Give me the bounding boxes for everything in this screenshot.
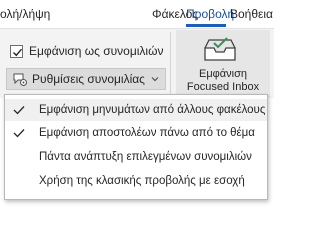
menu-item-use-classic-indented-view[interactable]: Χρήση της κλασικής προβολής με εσοχή <box>5 170 267 192</box>
focused-inbox-label-line2: Focused Inbox <box>186 81 260 93</box>
tab-send-receive[interactable]: ολή/λήψη <box>0 7 50 21</box>
tab-view[interactable]: Προβολή <box>186 7 234 21</box>
check-icon <box>13 106 25 115</box>
menu-item-label: Χρήση της κλασικής προβολής με εσοχή <box>39 175 245 187</box>
menu-item-label: Εμφάνιση αποστολέων πάνω από το θέμα <box>39 127 255 139</box>
menu-item-always-expand-selected-conversation[interactable]: Πάντα ανάπτυξη επιλεγμένων συνομιλιών <box>5 146 267 168</box>
active-tab-indicator <box>186 24 226 27</box>
menu-item-show-senders-above-subject[interactable]: Εμφάνιση αποστολέων πάνω από το θέμα <box>5 122 267 144</box>
conversation-settings-icon <box>13 73 27 86</box>
conversation-settings-button[interactable]: Ρυθμίσεις συνομιλίας <box>6 68 166 90</box>
inbox-check-icon <box>204 37 236 61</box>
ribbon-tab-bar: ολή/λήψη Φάκελος Προβολή Βοήθεια <box>0 0 274 28</box>
conversation-settings-menu: Εμφάνιση μηνυμάτων από άλλους φακέλους Ε… <box>4 94 268 200</box>
tab-help[interactable]: Βοήθεια <box>230 7 273 21</box>
show-focused-inbox-button[interactable]: Εμφάνιση Focused Inbox <box>176 30 270 98</box>
show-as-conversations-checkbox[interactable] <box>10 44 23 58</box>
chevron-down-icon <box>151 77 159 82</box>
show-as-conversations-label: Εμφάνιση ως συνομιλιών <box>29 44 164 58</box>
menu-item-label: Πάντα ανάπτυξη επιλεγμένων συνομιλιών <box>39 151 252 163</box>
menu-item-label: Εμφάνιση μηνυμάτων από άλλους φακέλους <box>39 104 266 116</box>
focused-inbox-label-line1: Εμφάνιση <box>198 68 248 80</box>
menu-item-show-messages-from-other-folders[interactable]: Εμφάνιση μηνυμάτων από άλλους φακέλους <box>5 99 267 121</box>
conversation-settings-label: Ρυθμίσεις συνομιλίας <box>32 72 145 86</box>
check-icon <box>13 129 25 138</box>
show-as-conversations-option[interactable]: Εμφάνιση ως συνομιλιών <box>10 43 163 59</box>
ribbon-group-separator <box>170 32 171 94</box>
